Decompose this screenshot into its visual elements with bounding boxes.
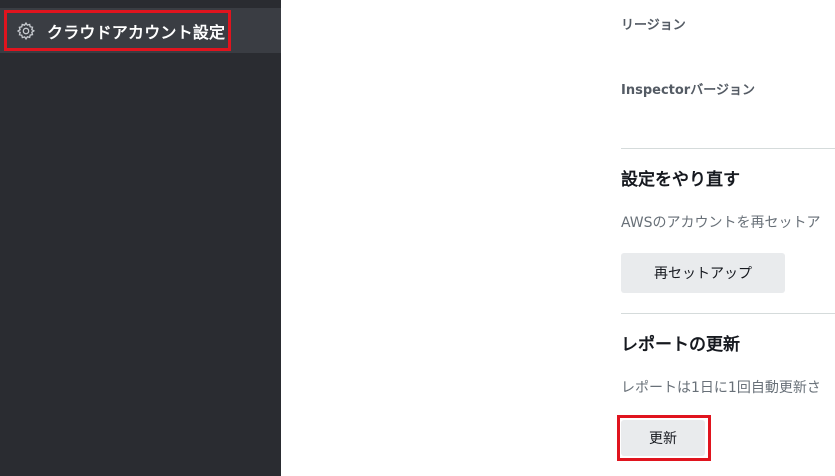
main-panel: リージョン Inspectorバージョン 設定をやり直す AWSのアカウントを再… [281,0,835,476]
reset-section-title: 設定をやり直す [621,170,740,190]
report-section-description: レポートは1日に1回自動更新さ [621,380,821,396]
divider [621,313,835,314]
report-section-title: レポートの更新 [621,335,740,355]
reset-section-description: AWSのアカウントを再セットア [621,215,821,231]
settings-content: リージョン Inspectorバージョン 設定をやり直す AWSのアカウントを再… [617,0,835,476]
region-label: リージョン [621,18,686,33]
gear-icon [15,20,37,42]
sidebar-item-cloud-account-settings[interactable]: クラウドアカウント設定 [4,10,231,51]
sidebar-item-label: クラウドアカウント設定 [47,22,226,42]
sidebar: クラウドアカウント設定 [0,0,281,476]
inspector-version-label: Inspectorバージョン [621,83,755,98]
divider [621,148,835,149]
update-button[interactable]: 更新 [621,420,705,456]
resetup-button[interactable]: 再セットアップ [621,253,785,293]
